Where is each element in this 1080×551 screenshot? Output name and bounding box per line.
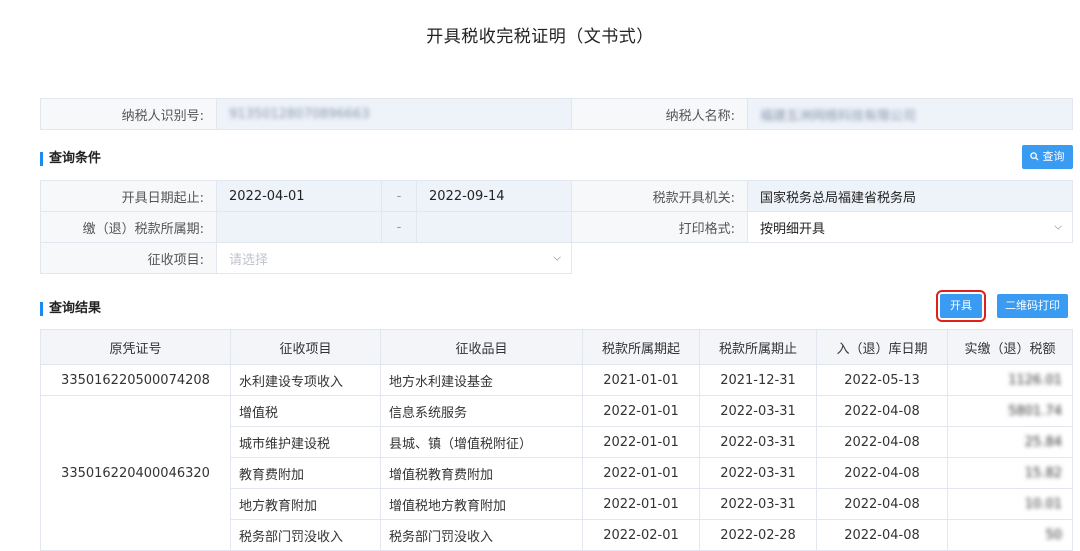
tax-category: 地方水利建设基金: [380, 364, 583, 396]
col-header-voucher: 原凭证号: [40, 329, 231, 365]
tax-item: 水利建设专项收入: [230, 364, 381, 396]
period-end: 2022-03-31: [699, 426, 817, 458]
tax-item: 地方教育附加: [230, 488, 381, 520]
period-end: 2022-03-31: [699, 457, 817, 489]
period-end: 2022-03-31: [699, 488, 817, 520]
search-icon: [1030, 150, 1043, 163]
storage-date: 2022-05-13: [816, 364, 948, 396]
col-header-amount: 实缴（退）税额: [947, 329, 1073, 365]
taxpayer-info-table: 纳税人识别号: 91350128070896663 纳税人名称: 福建五洲网络科…: [40, 98, 1073, 130]
period-label: 缴（退）税款所属期:: [40, 211, 217, 243]
search-button[interactable]: 查询: [1022, 145, 1073, 169]
amount: 25.84: [947, 426, 1073, 458]
empty-cell: [571, 242, 1073, 274]
table-row[interactable]: 335016220400046320 增值税 信息系统服务 2022-01-01…: [40, 395, 1073, 551]
tax-category: 信息系统服务: [380, 395, 583, 427]
print-format-select[interactable]: 按明细开具 ⌵: [747, 211, 1073, 243]
col-header-category: 征收品目: [380, 329, 583, 365]
storage-date: 2022-04-08: [816, 395, 948, 427]
amount: 5801.74: [947, 395, 1073, 427]
period-start: 2021-01-01: [582, 364, 700, 396]
table-row[interactable]: 335016220500074208 水利建设专项收入 地方水利建设基金 202…: [40, 364, 1073, 396]
taxpayer-id-value: 91350128070896663: [229, 106, 370, 122]
results-section-title: 查询结果: [40, 302, 101, 316]
tax-item: 增值税: [230, 395, 381, 427]
search-button-label: 查询: [1042, 150, 1065, 163]
tax-category: 增值税教育费附加: [380, 457, 583, 489]
storage-date: 2022-04-08: [816, 457, 948, 489]
tax-item: 教育费附加: [230, 457, 381, 489]
amount: 1126.01: [947, 364, 1073, 396]
period-separator: -: [381, 211, 417, 243]
date-separator: -: [381, 180, 417, 212]
authority-value: 国家税务总局福建省税务局: [747, 180, 1073, 212]
period-start: 2022-01-01: [582, 426, 700, 458]
period-to-input[interactable]: [416, 211, 572, 243]
taxpayer-name-label: 纳税人名称:: [571, 98, 748, 130]
period-from-input[interactable]: [216, 211, 382, 243]
tax-item: 税务部门罚没收入: [230, 519, 381, 551]
tax-category: 县城、镇（增值税附征）: [380, 426, 583, 458]
tax-item-label: 征收项目:: [40, 242, 217, 274]
qr-print-button[interactable]: 二维码打印: [997, 294, 1068, 318]
chevron-down-icon: ⌵: [553, 252, 561, 264]
print-format-label: 打印格式:: [571, 211, 748, 243]
tax-item-select[interactable]: 请选择 ⌵: [216, 242, 572, 274]
print-format-value: 按明细开具: [760, 221, 826, 237]
col-header-period-end: 税款所属期止: [699, 329, 817, 365]
taxpayer-name-value: 福建五洲网络科技有限公司: [760, 108, 917, 124]
storage-date: 2022-04-08: [816, 519, 948, 551]
period-start: 2022-01-01: [582, 488, 700, 520]
period-start: 2022-01-01: [582, 457, 700, 489]
period-end: 2022-03-31: [699, 395, 817, 427]
query-form-table: 开具日期起止: 2022-04-01 - 2022-09-14 税款开具机关: …: [40, 180, 1073, 274]
results-table: 原凭证号 征收项目 征收品目 税款所属期起 税款所属期止 入（退）库日期 实缴（…: [40, 329, 1073, 551]
col-header-storage-date: 入（退）库日期: [816, 329, 948, 365]
chevron-down-icon: ⌵: [1054, 221, 1062, 233]
period-end: 2022-02-28: [699, 519, 817, 551]
col-header-item: 征收项目: [230, 329, 381, 365]
tax-item: 城市维护建设税: [230, 426, 381, 458]
date-range-label: 开具日期起止:: [40, 180, 217, 212]
date-to-input[interactable]: 2022-09-14: [416, 180, 572, 212]
date-from-input[interactable]: 2022-04-01: [216, 180, 382, 212]
period-end: 2021-12-31: [699, 364, 817, 396]
voucher-number: 335016220400046320: [40, 395, 231, 551]
query-section-title: 查询条件: [40, 152, 101, 166]
page-title: 开具税收完税证明（文书式）: [426, 27, 654, 47]
tax-item-placeholder: 请选择: [229, 252, 269, 268]
storage-date: 2022-04-08: [816, 488, 948, 520]
tax-category: 税务部门罚没收入: [380, 519, 583, 551]
amount: 50: [947, 519, 1073, 551]
period-start: 2022-01-01: [582, 395, 700, 427]
voucher-number: 335016220500074208: [40, 364, 231, 396]
amount: 10.01: [947, 488, 1073, 520]
storage-date: 2022-04-08: [816, 426, 948, 458]
amount: 15.82: [947, 457, 1073, 489]
tax-category: 增值税地方教育附加: [380, 488, 583, 520]
taxpayer-id-label: 纳税人识别号:: [40, 98, 217, 130]
period-start: 2022-02-01: [582, 519, 700, 551]
authority-label: 税款开具机关:: [571, 180, 748, 212]
open-certificate-button[interactable]: 开具: [936, 290, 986, 322]
col-header-period-start: 税款所属期起: [582, 329, 700, 365]
table-header-row: 原凭证号 征收项目 征收品目 税款所属期起 税款所属期止 入（退）库日期 实缴（…: [40, 329, 1073, 365]
